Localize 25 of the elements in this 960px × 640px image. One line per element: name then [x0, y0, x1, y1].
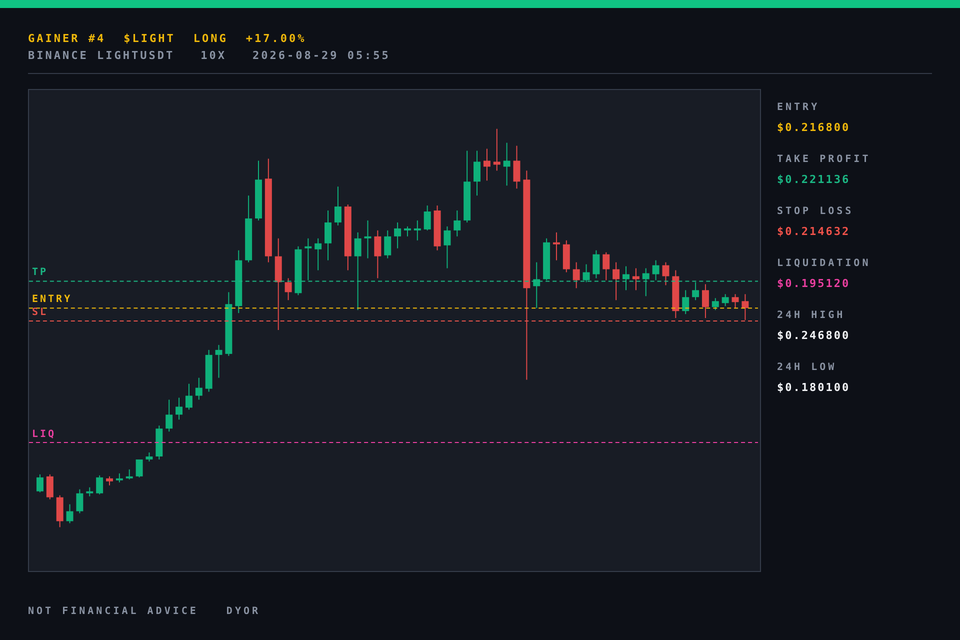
stat-value: $0.214632: [777, 225, 852, 238]
stat-value: $0.195120: [777, 277, 852, 290]
disclaimer-text: DYOR: [226, 606, 261, 617]
stat-value: $0.246800: [777, 329, 852, 342]
stat-value: $0.180100: [777, 381, 852, 394]
stat-label: ENTRY: [777, 102, 821, 114]
signal-detail: 2026-08-29 05:55: [252, 49, 390, 62]
stat-label: 24H LOW: [777, 362, 838, 374]
signal-detail: BINANCE LIGHTUSDT: [28, 49, 175, 62]
disclaimer-text: NOT FINANCIAL ADVICE: [28, 606, 198, 617]
stat-label: TAKE PROFIT: [777, 154, 871, 166]
stat-label: STOP LOSS: [777, 206, 855, 218]
signal-title: GAINER #4: [28, 32, 106, 45]
price-level-label: SL: [32, 307, 48, 318]
stat-value: $0.216800: [777, 121, 852, 134]
stat-label: 24H HIGH: [777, 310, 846, 322]
price-level-label: TP: [32, 267, 48, 278]
price-level-label: ENTRY: [32, 294, 72, 305]
signal-title: +17.00%: [246, 32, 306, 45]
signal-detail: 10X: [200, 49, 226, 62]
price-level-label: LIQ: [32, 429, 56, 440]
stat-label: LIQUIDATION: [777, 258, 871, 270]
signal-title: LONG: [193, 32, 228, 45]
signal-title: $LIGHT: [124, 32, 176, 45]
stat-value: $0.221136: [777, 173, 852, 186]
